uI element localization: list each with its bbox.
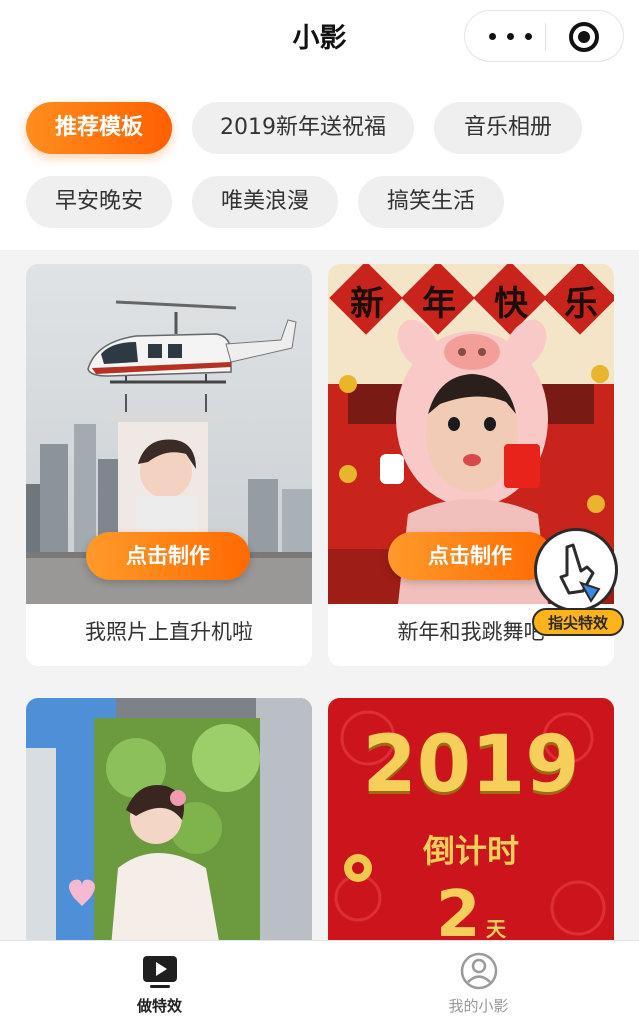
top-bar: 小影 bbox=[0, 0, 639, 80]
tag-morning-night[interactable]: 早安晚安 bbox=[26, 176, 172, 228]
more-dots-icon[interactable] bbox=[487, 25, 539, 47]
tag-new-year[interactable]: 2019新年送祝福 bbox=[192, 102, 414, 154]
template-card-countdown[interactable]: 2019 倒计时 2 天 bbox=[328, 698, 614, 940]
capsule-divider bbox=[545, 23, 546, 51]
poster-days-unit: 天 bbox=[486, 917, 507, 940]
profile-icon bbox=[460, 952, 498, 990]
category-tags: 推荐模板 2019新年送祝福 音乐相册 早安晚安 唯美浪漫 搞笑生活 bbox=[0, 80, 639, 250]
banner-char: 年 bbox=[422, 284, 456, 324]
poster-days-number: 2 天 bbox=[328, 878, 614, 940]
poster-days-value: 2 bbox=[435, 878, 481, 940]
nav-label: 我的小影 bbox=[448, 997, 509, 1015]
target-circle-icon[interactable] bbox=[569, 22, 599, 52]
nav-make-effects[interactable]: 做特效 bbox=[0, 941, 319, 1024]
template-title: 我照片上直升机啦 bbox=[85, 620, 253, 644]
template-thumbnail: 2019 倒计时 2 天 bbox=[328, 698, 614, 940]
poster-year: 2019 bbox=[362, 720, 580, 810]
billboard-scene-image bbox=[26, 698, 312, 940]
banner-char: 乐 bbox=[564, 284, 598, 324]
tag-music-album[interactable]: 音乐相册 bbox=[434, 102, 582, 154]
bottom-nav: 做特效 我的小影 bbox=[0, 940, 639, 1024]
nav-label: 做特效 bbox=[136, 997, 182, 1015]
poster-countdown-text: 倒计时 bbox=[422, 832, 519, 870]
banner-char: 新 bbox=[350, 284, 384, 324]
fingertip-effect-badge[interactable]: 指尖特效 bbox=[528, 528, 628, 638]
tag-romantic[interactable]: 唯美浪漫 bbox=[192, 176, 338, 228]
tag-funny-life[interactable]: 搞笑生活 bbox=[358, 176, 504, 228]
hand-pointer-icon bbox=[534, 528, 618, 612]
banner-char: 快 bbox=[494, 284, 528, 324]
nav-my-profile[interactable]: 我的小影 bbox=[319, 941, 638, 1024]
new-year-banner: 新 年 快 乐 bbox=[328, 264, 614, 334]
badge-label: 指尖特效 bbox=[532, 608, 624, 636]
tag-recommended[interactable]: 推荐模板 bbox=[26, 102, 172, 154]
miniapp-capsule bbox=[464, 10, 624, 62]
play-video-icon bbox=[143, 956, 177, 988]
template-card-billboard[interactable] bbox=[26, 698, 312, 940]
template-card-helicopter[interactable]: 点击制作 我照片上直升机啦 bbox=[26, 264, 312, 666]
template-thumbnail bbox=[26, 698, 312, 940]
make-button[interactable]: 点击制作 bbox=[86, 532, 250, 580]
